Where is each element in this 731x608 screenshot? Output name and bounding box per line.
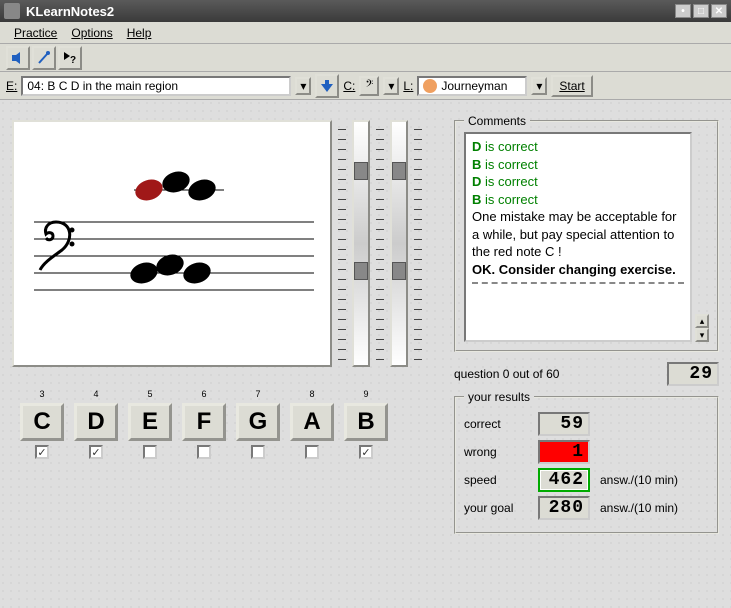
menu-help[interactable]: Help	[121, 24, 158, 42]
goal-label: your goal	[464, 501, 528, 515]
scroll-down-icon[interactable]: ▾	[695, 328, 709, 342]
exercise-dropdown[interactable]: 04: B C D in the main region	[21, 76, 291, 96]
note-button-d[interactable]: D	[74, 403, 118, 441]
note-checkbox-g[interactable]	[251, 445, 265, 459]
menu-bar: Practice Options Help	[0, 22, 731, 44]
comment-line: B is correct	[472, 156, 684, 174]
level-dropdown-arrow[interactable]: ▾	[531, 77, 547, 95]
level-label: L:	[403, 79, 413, 93]
wrong-label: wrong	[464, 445, 528, 459]
comments-group: Comments D is correctB is correctD is co…	[454, 120, 719, 352]
note-button-row: 3 C ✓ 4 D ✓ 5 E 6 F 7 G 8 A 9 B ✓	[20, 389, 442, 459]
note-button-e[interactable]: E	[128, 403, 172, 441]
note-checkbox-a[interactable]	[305, 445, 319, 459]
music-staff	[14, 122, 330, 365]
staff-display	[12, 120, 332, 367]
svg-text:?: ?	[70, 55, 76, 66]
clef-label: C:	[343, 79, 355, 93]
results-group: your results correct 59 wrong 1 speed 46…	[454, 396, 719, 534]
whatsthis-icon[interactable]: ?	[58, 46, 82, 70]
note-number: 9	[363, 389, 368, 399]
question-counter: question 0 out of 60	[454, 367, 559, 381]
comment-separator	[472, 282, 684, 284]
range-slider-left[interactable]	[352, 120, 370, 367]
comment-line: OK. Consider changing exercise.	[472, 261, 684, 279]
level-value: Journeyman	[441, 79, 507, 93]
comments-title: Comments	[464, 114, 530, 128]
goal-unit: answ./(10 min)	[600, 501, 678, 515]
staff-ruler-right	[374, 120, 386, 367]
note-number: 5	[147, 389, 152, 399]
goal-value: 280	[538, 496, 590, 520]
minimize-button[interactable]: •	[675, 4, 691, 18]
note-button-a[interactable]: A	[290, 403, 334, 441]
scroll-up-icon[interactable]: ▴	[695, 314, 709, 328]
maximize-button[interactable]: □	[693, 4, 709, 18]
level-dropdown[interactable]: Journeyman	[417, 76, 527, 96]
correct-label: correct	[464, 417, 528, 431]
comment-line: D is correct	[472, 138, 684, 156]
close-button[interactable]: ✕	[711, 4, 727, 18]
comments-text: D is correctB is correctD is correctB is…	[464, 132, 692, 342]
toolbar-icons: ?	[0, 44, 731, 72]
clef-button[interactable]: 𝄢	[359, 76, 379, 96]
note-checkbox-d[interactable]: ✓	[89, 445, 103, 459]
staff-ruler-left	[336, 120, 348, 367]
range-slider-right[interactable]	[390, 120, 408, 367]
title-bar: KLearnNotes2 • □ ✕	[0, 0, 731, 22]
results-title: your results	[464, 390, 534, 404]
exercise-label: E:	[6, 79, 17, 93]
note-button-f[interactable]: F	[182, 403, 226, 441]
exercise-value: 04: B C D in the main region	[27, 79, 178, 93]
sound-icon[interactable]	[6, 46, 30, 70]
toolbar-exercise: E: 04: B C D in the main region ▾ C: 𝄢 ▾…	[0, 72, 731, 100]
note-checkbox-c[interactable]: ✓	[35, 445, 49, 459]
note-button-c[interactable]: C	[20, 403, 64, 441]
menu-options[interactable]: Options	[65, 24, 118, 42]
note-number: 3	[39, 389, 44, 399]
dropdown-arrow-icon[interactable]: ▾	[295, 77, 311, 95]
comment-line: One mistake may be acceptable for a whil…	[472, 208, 684, 261]
correct-value: 59	[538, 412, 590, 436]
app-icon	[4, 3, 20, 19]
note-checkbox-b[interactable]: ✓	[359, 445, 373, 459]
comment-line: B is correct	[472, 191, 684, 209]
note-number: 8	[309, 389, 314, 399]
note-number: 6	[201, 389, 206, 399]
note-button-b[interactable]: B	[344, 403, 388, 441]
window-title: KLearnNotes2	[26, 4, 114, 19]
avatar-icon	[423, 79, 437, 93]
mic-icon[interactable]	[32, 46, 56, 70]
clef-dropdown-arrow[interactable]: ▾	[383, 77, 399, 95]
note-number: 7	[255, 389, 260, 399]
speed-label: speed	[464, 473, 528, 487]
comment-line: D is correct	[472, 173, 684, 191]
speed-value: 462	[538, 468, 590, 492]
wrong-value: 1	[538, 440, 590, 464]
start-button[interactable]: Start	[551, 75, 592, 97]
menu-practice[interactable]: Practice	[8, 24, 63, 42]
down-arrow-button[interactable]	[315, 74, 339, 98]
note-number: 4	[93, 389, 98, 399]
note-button-g[interactable]: G	[236, 403, 280, 441]
speed-unit: answ./(10 min)	[600, 473, 678, 487]
note-checkbox-e[interactable]	[143, 445, 157, 459]
note-checkbox-f[interactable]	[197, 445, 211, 459]
staff-ruler-end	[412, 120, 424, 367]
countdown-display: 29	[667, 362, 719, 386]
